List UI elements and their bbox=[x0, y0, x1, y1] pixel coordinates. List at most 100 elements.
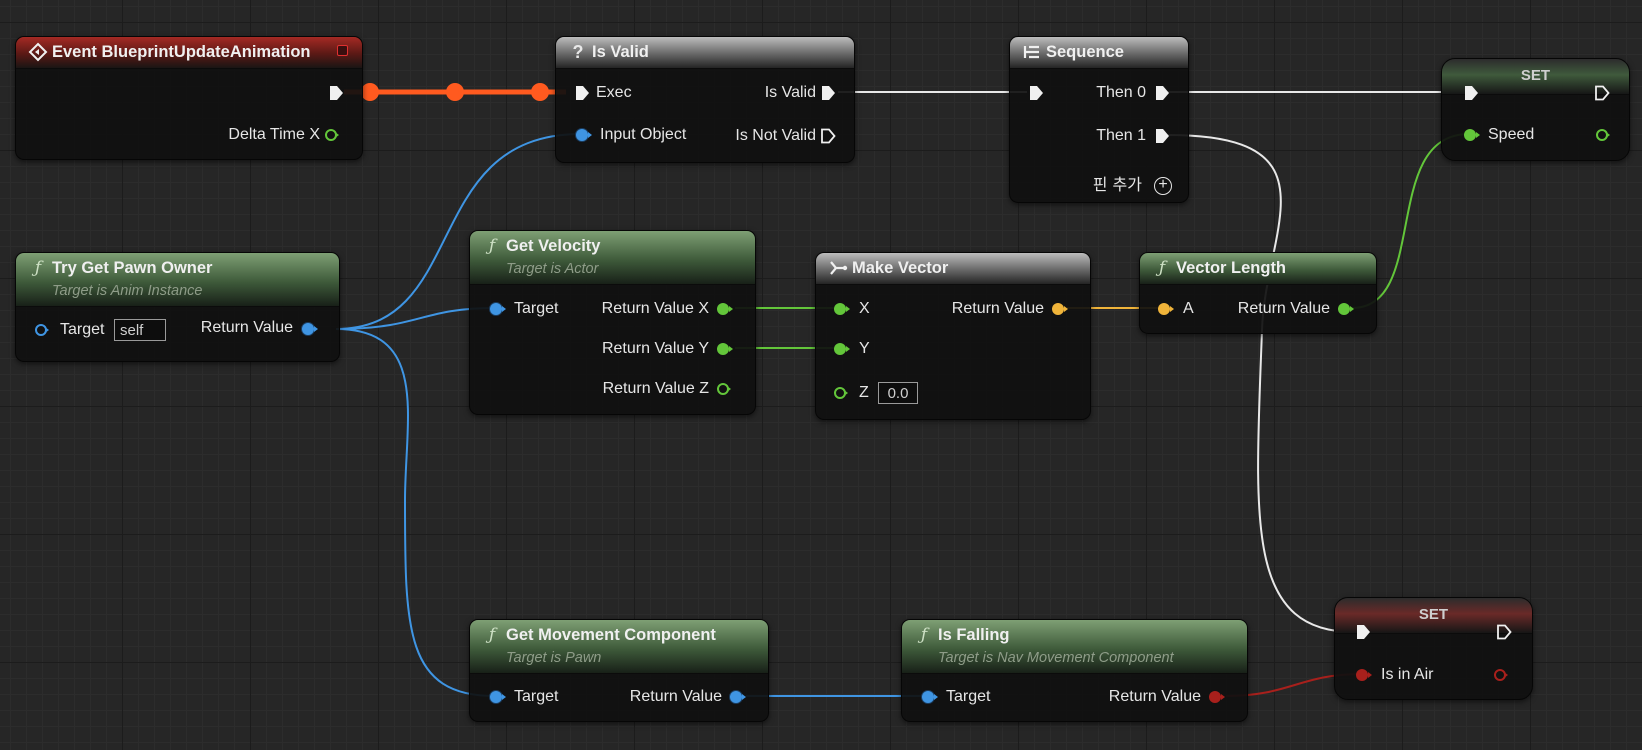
is-valid-label: Is Valid bbox=[764, 84, 816, 101]
sequence-node[interactable]: Sequence Then 0 Then 1 핀 추가 + bbox=[1009, 36, 1189, 203]
speed-label: Speed bbox=[1488, 126, 1535, 143]
node-title: Sequence bbox=[1046, 43, 1124, 61]
make-vector-node[interactable]: Make Vector X Return Value Y Z 0.0 bbox=[815, 252, 1091, 420]
is-in-air-input-pin[interactable] bbox=[1356, 669, 1372, 681]
a-label: A bbox=[1183, 300, 1194, 317]
node-title: Get Velocity bbox=[506, 237, 601, 255]
set-is-in-air-node[interactable]: SET Is in Air bbox=[1334, 597, 1533, 700]
z-value-box[interactable]: 0.0 bbox=[878, 382, 918, 404]
is-not-valid-exec-output-pin[interactable] bbox=[820, 128, 836, 144]
target-label: Target bbox=[514, 688, 559, 705]
exec-input-pin[interactable] bbox=[1463, 85, 1479, 101]
delta-time-output-pin[interactable] bbox=[325, 129, 339, 141]
then1-exec-output-pin[interactable] bbox=[1154, 128, 1170, 144]
target-value-box[interactable]: self bbox=[114, 319, 166, 341]
return-value-y-label: Return Value Y bbox=[601, 340, 709, 357]
y-input-pin[interactable] bbox=[834, 343, 850, 355]
event-blueprint-update-animation-node[interactable]: Event BlueprintUpdateAnimation Delta Tim… bbox=[15, 36, 363, 160]
try-get-pawn-owner-node[interactable]: ƒ Try Get Pawn Owner Target is Anim Inst… bbox=[15, 252, 340, 362]
exec-wire-reroute-dot bbox=[531, 83, 549, 101]
exec-input-pin[interactable] bbox=[574, 85, 590, 101]
is-not-valid-label: Is Not Valid bbox=[735, 127, 816, 144]
node-subtitle: Target is Nav Movement Component bbox=[938, 650, 1174, 666]
target-input-pin[interactable] bbox=[922, 691, 938, 703]
return-value-y-pin[interactable] bbox=[717, 343, 733, 355]
exec-output-pin[interactable] bbox=[1496, 624, 1512, 640]
y-label: Y bbox=[859, 340, 870, 357]
target-label: Target bbox=[60, 321, 105, 338]
node-subtitle: Target is Actor bbox=[506, 261, 599, 277]
return-value-label: Return Value bbox=[1237, 300, 1330, 317]
target-label: Target bbox=[514, 300, 559, 317]
is-in-air-label: Is in Air bbox=[1381, 666, 1434, 683]
set-speed-node[interactable]: SET Speed bbox=[1441, 58, 1630, 161]
exec-output-pin[interactable] bbox=[328, 85, 344, 101]
exec-wire-reroute-dot bbox=[446, 83, 464, 101]
return-value-label: Return Value bbox=[200, 319, 293, 336]
is-valid-exec-output-pin[interactable] bbox=[820, 85, 836, 101]
node-header: ƒ Get Movement Component Target is Pawn bbox=[470, 620, 768, 674]
add-pin-icon[interactable]: + bbox=[1154, 177, 1172, 195]
return-value-z-label: Return Value Z bbox=[602, 380, 709, 397]
node-title: SET bbox=[1418, 606, 1449, 623]
node-header: ƒ Try Get Pawn Owner Target is Anim Inst… bbox=[16, 253, 339, 307]
node-title: Try Get Pawn Owner bbox=[52, 259, 213, 277]
exec-label: Exec bbox=[596, 84, 632, 101]
get-velocity-node[interactable]: ƒ Get Velocity Target is Actor Target Re… bbox=[469, 230, 756, 415]
speed-input-pin[interactable] bbox=[1464, 129, 1480, 141]
return-value-output-pin[interactable] bbox=[302, 323, 318, 335]
then0-label: Then 0 bbox=[1096, 84, 1146, 101]
target-label: Target bbox=[946, 688, 991, 705]
return-value-output-pin[interactable] bbox=[1209, 691, 1225, 703]
return-value-z-pin[interactable] bbox=[717, 383, 731, 395]
node-header: ƒ Get Velocity Target is Actor bbox=[470, 231, 755, 285]
exec-input-pin[interactable] bbox=[1028, 85, 1044, 101]
add-pin-label[interactable]: 핀 추가 bbox=[1093, 176, 1142, 194]
is-valid-node[interactable]: ? Is Valid Exec Is Valid Input Object Is… bbox=[555, 36, 855, 163]
return-value-output-pin[interactable] bbox=[1338, 303, 1354, 315]
is-in-air-output-pin[interactable] bbox=[1494, 669, 1508, 681]
node-subtitle: Target is Anim Instance bbox=[52, 283, 203, 299]
node-header: Event BlueprintUpdateAnimation bbox=[16, 37, 362, 69]
node-title: Is Valid bbox=[592, 43, 649, 61]
is-falling-node[interactable]: ƒ Is Falling Target is Nav Movement Comp… bbox=[901, 619, 1248, 722]
input-object-pin[interactable] bbox=[576, 129, 592, 141]
z-input-pin[interactable] bbox=[834, 387, 848, 399]
node-title: Get Movement Component bbox=[506, 626, 716, 644]
event-diamond-icon bbox=[28, 42, 48, 62]
function-icon: ƒ bbox=[488, 236, 496, 256]
exec-output-pin[interactable] bbox=[1594, 85, 1610, 101]
node-header: ƒ Vector Length bbox=[1140, 253, 1376, 285]
node-header: ƒ Is Falling Target is Nav Movement Comp… bbox=[902, 620, 1247, 674]
then1-label: Then 1 bbox=[1096, 127, 1146, 144]
function-icon: ƒ bbox=[34, 258, 42, 278]
target-input-pin[interactable] bbox=[35, 324, 49, 336]
node-title: Make Vector bbox=[852, 259, 949, 277]
vector-length-node[interactable]: ƒ Vector Length A Return Value bbox=[1139, 252, 1377, 334]
get-movement-component-node[interactable]: ƒ Get Movement Component Target is Pawn … bbox=[469, 619, 769, 722]
target-input-pin[interactable] bbox=[490, 303, 506, 315]
then0-exec-output-pin[interactable] bbox=[1154, 85, 1170, 101]
return-value-output-pin[interactable] bbox=[730, 691, 746, 703]
question-icon: ? bbox=[572, 42, 584, 62]
function-icon: ƒ bbox=[1158, 258, 1166, 278]
node-subtitle: Target is Pawn bbox=[506, 650, 602, 666]
speed-output-pin[interactable] bbox=[1596, 129, 1610, 141]
delta-time-label: Delta Time X bbox=[228, 126, 320, 143]
function-icon: ƒ bbox=[488, 625, 496, 645]
node-header: ? Is Valid bbox=[556, 37, 854, 69]
exec-input-pin[interactable] bbox=[1355, 624, 1371, 640]
x-input-pin[interactable] bbox=[834, 303, 850, 315]
return-value-x-pin[interactable] bbox=[717, 303, 733, 315]
node-header: Make Vector bbox=[816, 253, 1090, 285]
z-label: Z bbox=[859, 384, 869, 401]
return-value-output-pin[interactable] bbox=[1052, 303, 1068, 315]
return-value-x-label: Return Value X bbox=[601, 300, 709, 317]
target-input-pin[interactable] bbox=[490, 691, 506, 703]
function-icon: ƒ bbox=[920, 625, 928, 645]
a-input-pin[interactable] bbox=[1158, 303, 1174, 315]
node-title: Vector Length bbox=[1176, 259, 1287, 277]
node-header: Sequence bbox=[1010, 37, 1188, 69]
make-struct-icon bbox=[828, 258, 848, 278]
delegate-pin-icon[interactable] bbox=[337, 45, 348, 56]
